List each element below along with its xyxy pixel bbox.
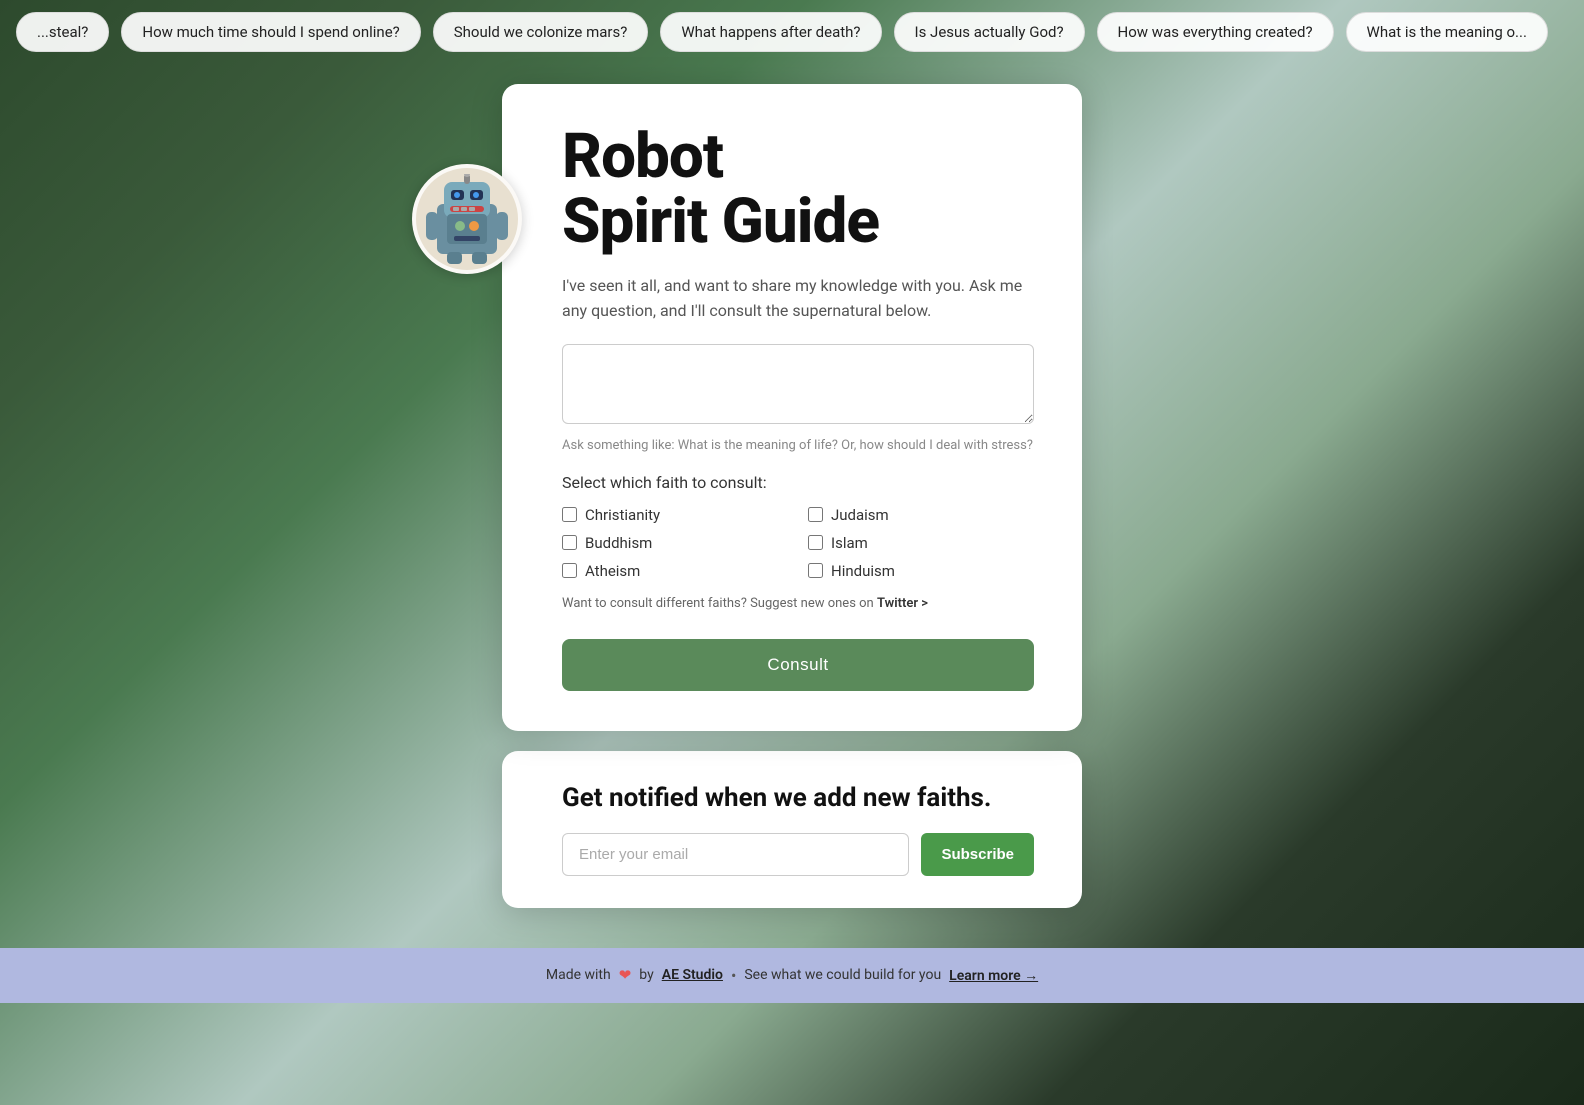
studio-link[interactable]: AE Studio [662, 967, 723, 983]
question-textarea[interactable] [562, 344, 1034, 424]
robot-illustration [422, 174, 512, 264]
tag-steal[interactable]: ...steal? [16, 12, 109, 52]
notify-form: Subscribe [562, 833, 1034, 876]
footer-see-text: See what we could build for you [744, 967, 941, 983]
consult-button[interactable]: Consult [562, 639, 1034, 691]
faith-select-label: Select which faith to consult: [562, 473, 1034, 492]
robot-avatar-wrapper [412, 164, 522, 274]
checkbox-hinduism[interactable] [808, 563, 823, 578]
footer: Made with ❤ by AE Studio • See what we c… [0, 948, 1584, 1003]
card-description: I've seen it all, and want to share my k… [562, 274, 1034, 324]
faith-buddhism[interactable]: Buddhism [562, 534, 788, 552]
learn-more-link[interactable]: Learn more → [949, 967, 1038, 984]
faiths-grid: Christianity Judaism Buddhism Islam Athe… [562, 506, 1034, 580]
checkbox-atheism[interactable] [562, 563, 577, 578]
faith-hinduism[interactable]: Hinduism [808, 562, 1034, 580]
tag-meaning[interactable]: What is the meaning o... [1346, 12, 1548, 52]
notify-card: Get notified when we add new faiths. Sub… [502, 751, 1082, 908]
faith-islam[interactable]: Islam [808, 534, 1034, 552]
heart-icon: ❤ [619, 966, 632, 984]
checkbox-buddhism[interactable] [562, 535, 577, 550]
tag-everything-created[interactable]: How was everything created? [1097, 12, 1334, 52]
notify-title: Get notified when we add new faiths. [562, 783, 1034, 813]
suggest-text: Want to consult different faiths? Sugges… [562, 596, 1034, 611]
tag-jesus-god[interactable]: Is Jesus actually God? [894, 12, 1085, 52]
card-title: Robot Spirit Guide [562, 124, 1034, 254]
main-card: Robot Spirit Guide I've seen it all, and… [502, 84, 1082, 731]
tag-colonize-mars[interactable]: Should we colonize mars? [433, 12, 649, 52]
email-input[interactable] [562, 833, 909, 876]
tag-time-online[interactable]: How much time should I spend online? [121, 12, 420, 52]
faith-atheism[interactable]: Atheism [562, 562, 788, 580]
checkbox-christianity[interactable] [562, 507, 577, 522]
subscribe-button[interactable]: Subscribe [921, 833, 1034, 876]
footer-dot: • [731, 966, 736, 985]
faith-christianity[interactable]: Christianity [562, 506, 788, 524]
twitter-link[interactable]: Twitter > [877, 596, 928, 611]
main-area: Robot Spirit Guide I've seen it all, and… [0, 64, 1584, 948]
tags-bar: ...steal? How much time should I spend o… [0, 0, 1584, 64]
robot-avatar [412, 164, 522, 274]
faith-judaism[interactable]: Judaism [808, 506, 1034, 524]
tag-after-death[interactable]: What happens after death? [660, 12, 881, 52]
footer-by: by [639, 967, 653, 983]
footer-made-with: Made with [546, 967, 611, 983]
checkbox-islam[interactable] [808, 535, 823, 550]
cards-container: Robot Spirit Guide I've seen it all, and… [502, 84, 1082, 908]
hint-text: Ask something like: What is the meaning … [562, 438, 1034, 453]
checkbox-judaism[interactable] [808, 507, 823, 522]
